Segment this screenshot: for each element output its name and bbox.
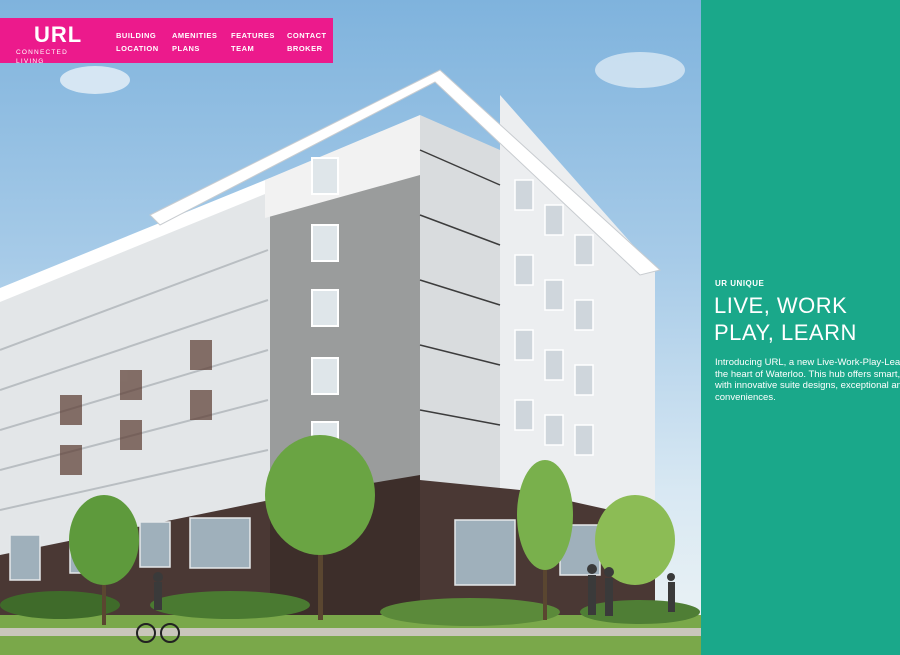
logo-tagline: CONNECTED LIVING xyxy=(16,49,68,65)
headline-line-2: PLAY, LEARN xyxy=(714,320,857,345)
hero-image xyxy=(0,0,701,655)
nav-column-3: FEATURES TEAM xyxy=(231,29,275,55)
headline-line-1: LIVE, WORK xyxy=(714,293,848,318)
nav-link-plans[interactable]: PLANS xyxy=(172,42,217,55)
building-rendering xyxy=(0,52,701,655)
nav-link-amenities[interactable]: AMENITIES xyxy=(172,29,217,42)
nav-column-1: BUILDING LOCATION xyxy=(116,29,159,55)
nav-link-contact[interactable]: CONTACT xyxy=(287,29,327,42)
intro-paragraph: Introducing URL, a new Live-Work-Play-Le… xyxy=(715,357,900,403)
section-eyebrow: UR UNIQUE xyxy=(715,279,765,288)
nav-link-location[interactable]: LOCATION xyxy=(116,42,159,55)
nav-link-building[interactable]: BUILDING xyxy=(116,29,159,42)
nav-column-2: AMENITIES PLANS xyxy=(172,29,217,55)
logo-wordmark: URL xyxy=(34,22,83,47)
nav-header: URL CONNECTED LIVING BUILDING LOCATION A… xyxy=(0,18,333,66)
intro-panel: UR UNIQUE LIVE, WORK PLAY, LEARN Introdu… xyxy=(701,0,900,655)
nav-link-broker[interactable]: BROKER xyxy=(287,42,327,55)
intro-line: conveniences. xyxy=(715,391,776,403)
nav-column-4: CONTACT BROKER xyxy=(287,29,327,55)
intro-line: the heart of Waterloo. This hub offers s… xyxy=(715,368,900,380)
intro-line: with innovative suite designs, exception… xyxy=(715,380,900,391)
nav-link-team[interactable]: TEAM xyxy=(231,42,275,55)
nav-link-features[interactable]: FEATURES xyxy=(231,29,275,42)
intro-line: Introducing URL, a new Live-Work-Play-Le… xyxy=(715,357,900,368)
logo[interactable]: URL CONNECTED LIVING xyxy=(16,22,96,66)
